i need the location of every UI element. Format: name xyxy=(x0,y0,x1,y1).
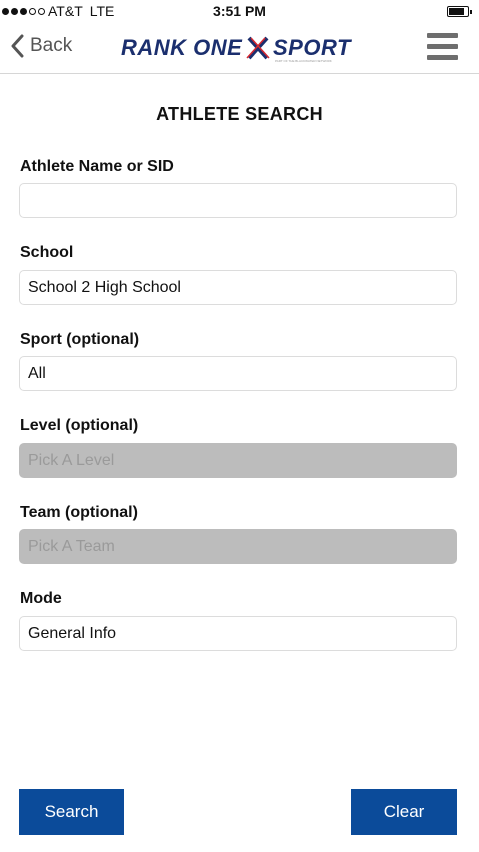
school-select[interactable]: School 2 High School xyxy=(19,270,457,305)
team-select[interactable]: Pick A Team xyxy=(19,529,457,564)
logo-text-left: RANK ONE xyxy=(121,35,243,60)
sport-label: Sport (optional) xyxy=(20,331,140,348)
athlete-name-label: Athlete Name or SID xyxy=(20,158,174,175)
rank-one-sport-logo: RANK ONE SPORT PART OF THE BLACKWATER NE… xyxy=(121,35,357,63)
menu-line xyxy=(427,55,458,60)
page-title: ATHLETE SEARCH xyxy=(156,104,323,124)
clear-button[interactable]: Clear xyxy=(351,789,457,835)
team-label: Team (optional) xyxy=(20,504,138,521)
chevron-left-icon xyxy=(11,34,24,58)
mode-select[interactable]: General Info xyxy=(19,616,457,651)
logo-tagline: PART OF THE BLACKWATER NETWORK xyxy=(275,59,332,63)
school-label: School xyxy=(20,244,74,261)
level-label: Level (optional) xyxy=(20,417,139,434)
back-label: Back xyxy=(30,35,73,56)
athlete-name-input[interactable] xyxy=(19,183,457,218)
back-button[interactable]: Back xyxy=(10,34,72,58)
sport-select[interactable]: All xyxy=(19,356,457,391)
menu-line xyxy=(427,44,458,49)
search-button[interactable]: Search xyxy=(19,789,124,835)
hamburger-menu-button[interactable] xyxy=(427,33,458,61)
nav-bar: Back RANK ONE SPORT PART OF THE BLACKWAT… xyxy=(0,22,479,74)
battery-icon xyxy=(447,6,472,17)
level-select[interactable]: Pick A Level xyxy=(19,443,457,478)
logo-x-icon xyxy=(246,36,270,60)
status-bar: AT&T LTE 3:51 PM xyxy=(0,0,479,22)
mode-label: Mode xyxy=(20,590,62,607)
menu-line xyxy=(427,33,458,38)
logo-text-right: SPORT xyxy=(273,35,351,60)
status-time: 3:51 PM xyxy=(213,3,266,19)
